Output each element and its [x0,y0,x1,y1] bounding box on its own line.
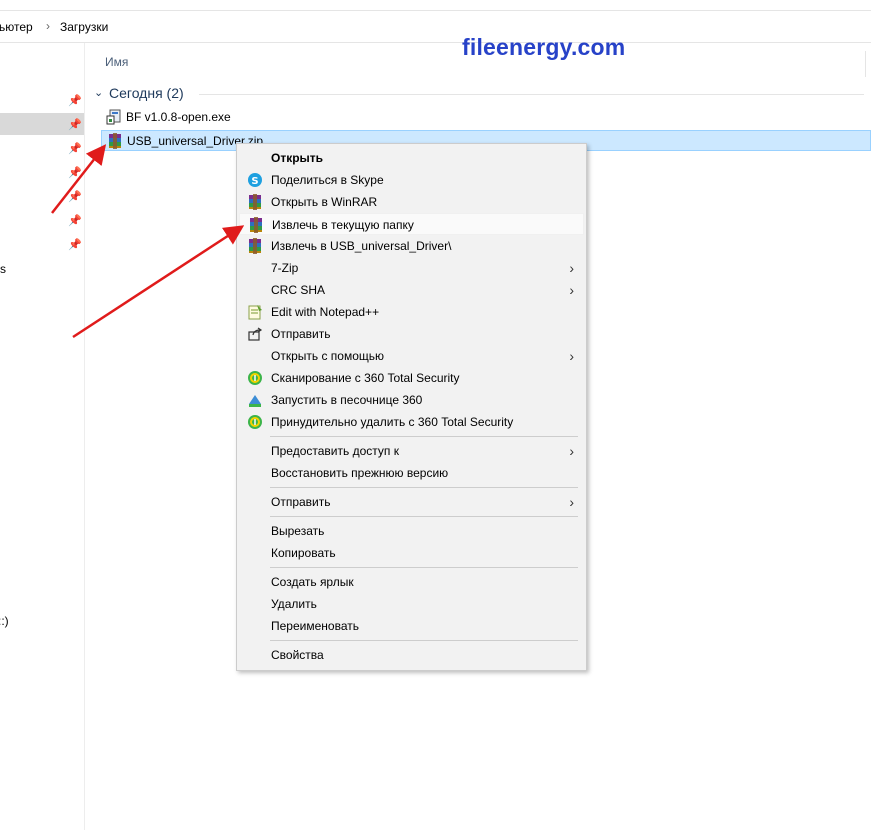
annotation-arrow-to-extract [72,225,245,339]
annotation-arrows [51,144,245,339]
annotation-arrow-to-file [51,144,107,214]
